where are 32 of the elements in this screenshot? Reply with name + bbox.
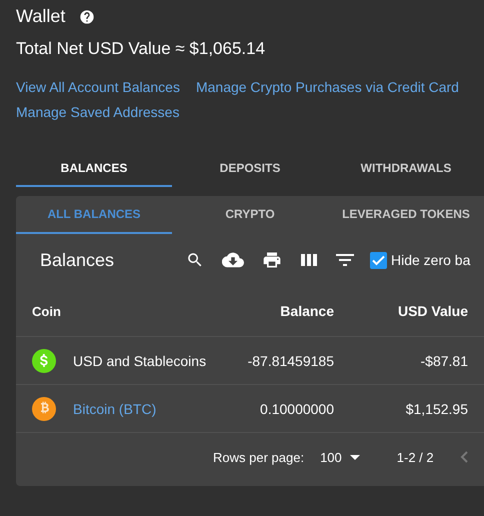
tab[interactable]: BALANCES [16,150,172,187]
tab[interactable]: WITHDRAWALS [328,150,484,187]
checkbox[interactable] [370,252,387,268]
link[interactable]: View All Account Balances [16,79,180,95]
balance-cell-text: -87.81459185 [246,352,334,368]
page-range: 1-2 / 2 [396,450,434,464]
filter-icon[interactable] [336,253,354,267]
section-title: Balances [40,250,116,270]
rows-per-page-label: Rows per page: [213,450,304,464]
usd-value-cell-text: -$87.81 [420,352,468,368]
tab[interactable]: DEPOSITS [172,150,328,187]
search-icon[interactable] [186,251,204,269]
usd-value-cell-text: $1,152.95 [404,400,468,416]
columns-icon[interactable] [300,252,318,268]
balance-cell-text: 0.10000000 [259,400,334,416]
tab[interactable]: LEVERAGED TOKENS [328,196,484,234]
coin-name: USD and Stablecoins [73,352,206,368]
page-title: Wallet [16,6,66,27]
coin-link[interactable]: Bitcoin (BTC) [73,400,156,416]
link[interactable]: Manage Saved Addresses [16,104,180,120]
checkbox-label: Hide zero ba [391,252,470,268]
cloud-download-icon[interactable] [222,251,244,269]
caret-icon[interactable] [350,454,360,460]
column-header[interactable]: USD Value [334,303,468,319]
column-header[interactable]: Coin [32,304,212,318]
print-icon[interactable] [262,250,282,270]
rows-per-page-select[interactable]: 100 [320,450,360,464]
help-icon[interactable] [79,8,96,24]
tab[interactable]: CRYPTO [172,196,328,234]
column-header[interactable]: Balance [212,303,334,319]
total-value: Total Net USD Value ≈ $1,065.14 [16,39,266,59]
link[interactable]: Manage Crypto Purchases via Credit Card [196,79,459,95]
